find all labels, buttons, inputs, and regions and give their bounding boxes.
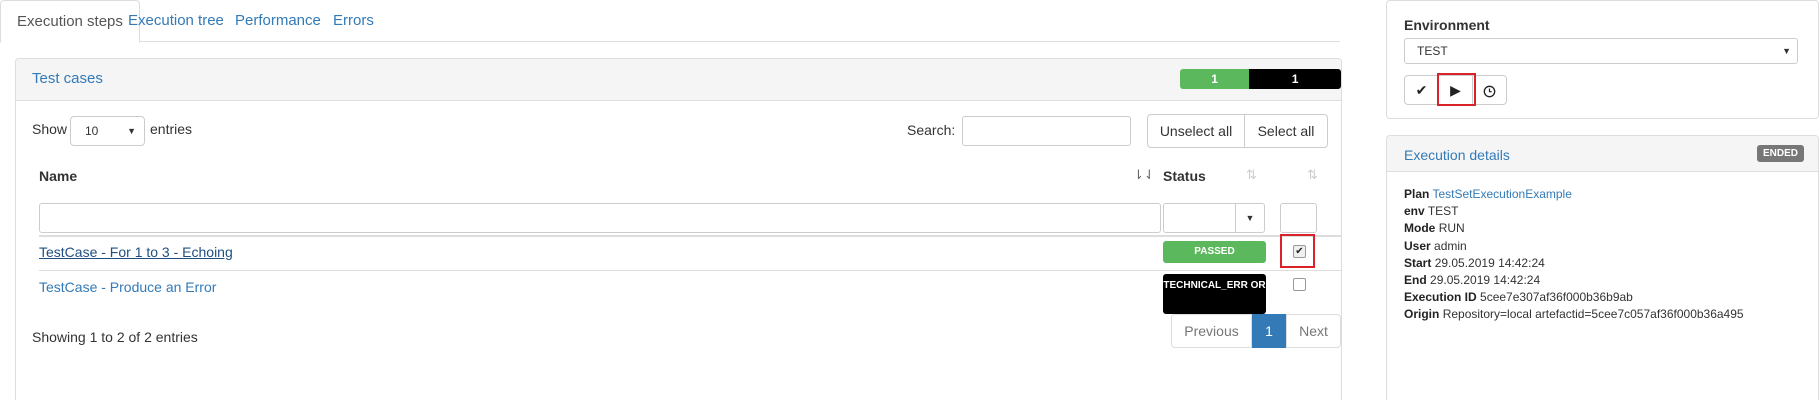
entries-select[interactable]: 10 ▼ [70, 116, 145, 146]
detail-key: Mode [1404, 221, 1436, 236]
check-button[interactable]: ✔ [1404, 75, 1439, 105]
row-divider [39, 270, 1342, 271]
detail-key: Execution ID [1404, 290, 1477, 305]
detail-key: Plan [1404, 187, 1430, 201]
execution-details-list: Plan TestSetExecutionExample env TEST Mo… [1404, 186, 1744, 324]
header-divider [39, 235, 1342, 237]
detail-value: RUN [1438, 221, 1465, 236]
detail-key: Start [1404, 255, 1432, 270]
detail-value: 29.05.2019 14:42:24 [1434, 255, 1545, 270]
detail-start: Start 29.05.2019 14:42:24 [1404, 255, 1744, 272]
show-label: Show [32, 121, 68, 137]
detail-value: 29.05.2019 14:42:24 [1430, 273, 1541, 288]
progress-passed-segment: 1 [1180, 69, 1250, 89]
entries-label: entries [150, 121, 193, 137]
test-case-link[interactable]: TestCase - For 1 to 3 - Echoing [39, 244, 233, 260]
environment-select[interactable]: TEST ▼ [1404, 38, 1798, 64]
plan-link[interactable]: TestSetExecutionExample [1432, 187, 1571, 201]
progress-error-segment: 1 [1249, 69, 1341, 89]
status-badge-technical-error: TECHNICAL_ERR OR [1163, 274, 1266, 314]
highlight-box [1280, 234, 1315, 268]
execution-details-title[interactable]: Execution details [1404, 147, 1510, 163]
entries-select-value: 10 [85, 124, 99, 138]
status-filter-input[interactable] [1163, 203, 1236, 233]
detail-end: End 29.05.2019 14:42:24 [1404, 272, 1744, 289]
detail-user: User admin [1404, 238, 1744, 255]
next-page-button[interactable]: Next [1286, 314, 1341, 348]
clock-icon [1483, 82, 1496, 98]
detail-plan: Plan TestSetExecutionExample [1404, 186, 1744, 203]
highlight-box [1437, 73, 1476, 106]
ended-status-badge: ENDED [1757, 145, 1805, 162]
page-1-button[interactable]: 1 [1252, 314, 1286, 348]
search-label: Search: [907, 122, 956, 138]
sort-icon[interactable]: ⇅ [1307, 167, 1318, 183]
column-header-name[interactable]: Name [39, 168, 77, 184]
detail-value: Repository=local artefactid=5cee7c057af3… [1442, 307, 1744, 322]
detail-origin: Origin Repository=local artefactid=5cee7… [1404, 306, 1744, 323]
detail-key: Origin [1404, 307, 1440, 322]
check-icon: ✔ [1415, 82, 1428, 98]
status-progress-bar: 1 1 [1180, 69, 1341, 89]
detail-value: TEST [1427, 204, 1459, 219]
chevron-down-icon: ▼ [1782, 46, 1791, 56]
column-header-status[interactable]: Status [1163, 168, 1206, 184]
unselect-all-button[interactable]: Unselect all [1147, 114, 1245, 148]
test-cases-title[interactable]: Test cases [32, 70, 103, 87]
execution-details-panel: Execution details ENDED Plan TestSetExec… [1386, 135, 1819, 400]
schedule-button[interactable] [1472, 75, 1507, 105]
status-badge-passed: PASSED [1163, 241, 1266, 263]
detail-key: User [1404, 238, 1431, 253]
sort-ascending-icon[interactable]: ⇂⇃ [1133, 167, 1155, 183]
status-filter-dropdown[interactable]: ▼ [1235, 203, 1265, 233]
test-cases-panel: Test cases 1 1 Show 10 ▼ entries Search:… [15, 58, 1342, 400]
selection-filter-input[interactable] [1280, 203, 1317, 233]
previous-page-button[interactable]: Previous [1171, 314, 1252, 348]
test-cases-heading: Test cases 1 1 [16, 59, 1341, 101]
chevron-down-icon: ▼ [127, 126, 136, 136]
detail-key: End [1404, 273, 1427, 288]
search-input[interactable] [962, 116, 1131, 146]
test-case-link[interactable]: TestCase - Produce an Error [39, 279, 216, 295]
showing-entries-info: Showing 1 to 2 of 2 entries [32, 329, 198, 345]
environment-select-value: TEST [1417, 44, 1448, 58]
execution-details-heading: Execution details ENDED [1387, 136, 1818, 172]
detail-value: 5cee7e307af36f000b36b9ab [1480, 290, 1633, 305]
select-all-button[interactable]: Select all [1244, 114, 1328, 148]
row-checkbox[interactable] [1293, 278, 1306, 291]
detail-key: env [1404, 204, 1425, 219]
tab-bar: Execution steps Execution tree Performan… [0, 0, 1340, 43]
detail-env: env TEST [1404, 203, 1744, 220]
name-filter-input[interactable] [39, 203, 1161, 233]
environment-title: Environment [1404, 17, 1490, 33]
caret-down-icon: ▼ [1245, 213, 1255, 223]
detail-mode: Mode RUN [1404, 220, 1744, 237]
tab-errors[interactable]: Errors [317, 0, 390, 42]
detail-value: admin [1434, 238, 1467, 253]
detail-execution-id: Execution ID 5cee7e307af36f000b36b9ab [1404, 289, 1744, 306]
sort-icon[interactable]: ⇅ [1246, 167, 1257, 183]
